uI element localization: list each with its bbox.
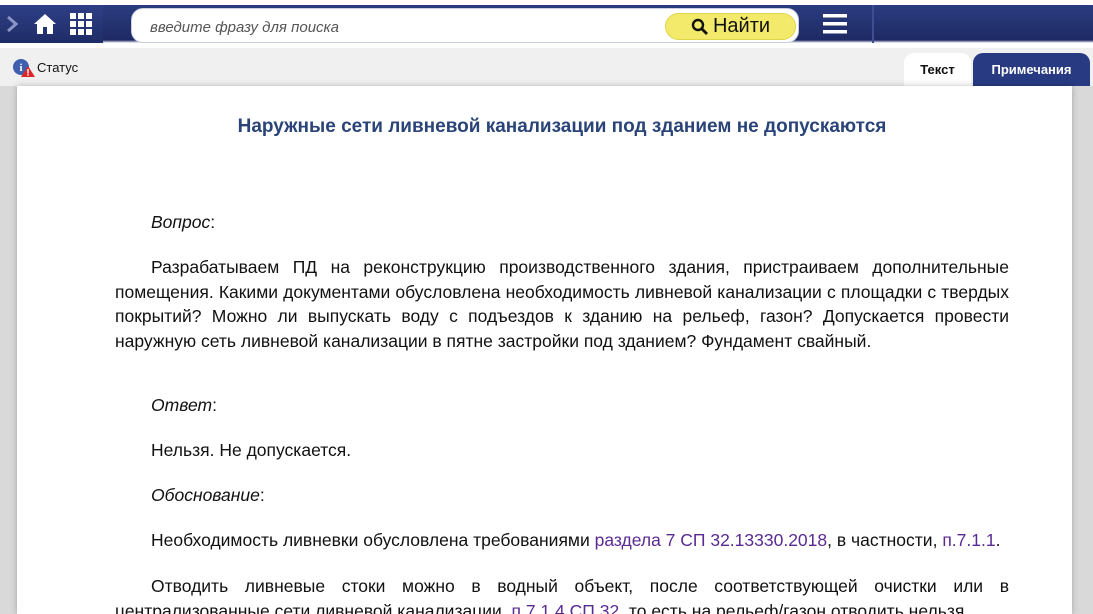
basis-heading: Обоснование:	[151, 485, 265, 505]
toolbar-divider	[872, 5, 874, 43]
tab-notes[interactable]: Примечания	[973, 53, 1090, 86]
document-page: Наружные сети ливневой канализации под з…	[17, 86, 1072, 614]
search-box: Найти	[131, 8, 799, 43]
link-section-7[interactable]: раздела 7 СП 32.13330.2018	[595, 530, 828, 550]
tab-text-label: Текст	[920, 62, 955, 77]
answer-heading: Ответ:	[151, 395, 217, 415]
basis-paragraph-2: Отводить ливневые стоки можно в водный о…	[115, 574, 1009, 614]
basis-text: .	[995, 530, 1001, 550]
question-heading: Вопрос:	[151, 212, 216, 232]
svg-text:i: i	[19, 62, 22, 74]
answer-label: Ответ	[151, 395, 213, 415]
basis-text: Необходимость ливневки обусловлена требо…	[151, 530, 595, 550]
grid-icon[interactable]	[70, 13, 92, 35]
basis-text: , то есть на рельеф/газон отводить нельз…	[619, 600, 970, 614]
status-label[interactable]: Статус	[37, 60, 78, 75]
document-area: Наружные сети ливневой канализации под з…	[0, 86, 1093, 614]
basis-paragraph-1: Необходимость ливневки обусловлена требо…	[115, 528, 1009, 553]
answer-text: Нельзя. Не допускается.	[151, 440, 352, 460]
search-icon	[691, 18, 708, 35]
search-input[interactable]	[150, 17, 650, 37]
search-button[interactable]: Найти	[665, 13, 796, 40]
tab-text[interactable]: Текст	[904, 53, 971, 86]
question-text: Разрабатываем ПД на реконструкцию произв…	[115, 257, 1009, 351]
search-button-label: Найти	[712, 15, 771, 37]
link-p-7-1-4[interactable]: п.7.1.4 СП 32	[512, 601, 620, 614]
basis-text: , в частности,	[827, 530, 943, 550]
nav-block	[0, 5, 103, 43]
tab-notes-label: Примечания	[991, 62, 1072, 77]
link-p-7-1-1[interactable]: п.7.1.1	[942, 530, 995, 550]
info-warning-icon[interactable]: i	[12, 58, 36, 78]
chevron-right-icon[interactable]	[4, 14, 20, 34]
menu-icon[interactable]	[823, 13, 847, 35]
basis-label: Обоснование	[151, 485, 260, 505]
top-toolbar: Найти	[0, 0, 1093, 48]
home-icon[interactable]	[33, 13, 57, 35]
document-title: Наружные сети ливневой канализации под з…	[237, 116, 887, 137]
question-label: Вопрос	[151, 212, 211, 232]
